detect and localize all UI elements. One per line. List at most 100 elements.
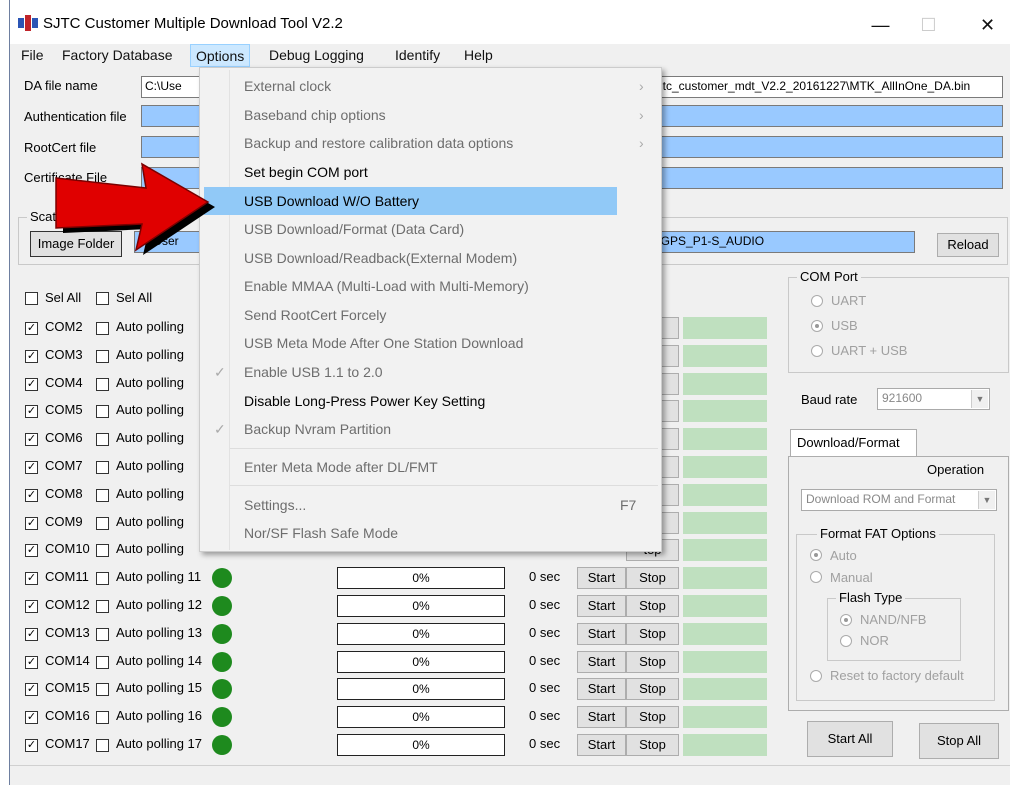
baud-rate-select[interactable]: 921600 ▼ <box>877 388 990 410</box>
menu-identify[interactable]: Identify <box>390 44 445 67</box>
certificate-field-right[interactable] <box>650 167 1003 189</box>
auto-polling-checkbox[interactable] <box>96 350 109 363</box>
auto-polling-checkbox[interactable] <box>96 656 109 669</box>
menu-options[interactable]: Options <box>190 44 251 67</box>
menu-item[interactable]: ✓ Enable USB 1.1 to 2.0 <box>204 358 617 386</box>
menu-item[interactable]: Backup and restore calibration data opti… <box>204 129 644 157</box>
nor-radio[interactable] <box>840 635 852 647</box>
auto-polling-checkbox[interactable] <box>96 322 109 335</box>
start-button[interactable]: Start <box>577 651 626 673</box>
menu-debug-logging[interactable]: Debug Logging <box>264 44 369 67</box>
port-checkbox[interactable]: ✓ <box>25 517 38 530</box>
auto-polling-checkbox[interactable] <box>96 600 109 613</box>
operation-select[interactable]: Download ROM and Format ▼ <box>801 489 997 511</box>
start-button[interactable]: Start <box>577 678 626 700</box>
reload-button[interactable]: Reload <box>937 233 999 257</box>
menu-item[interactable]: Nor/SF Flash Safe Mode <box>204 519 617 547</box>
start-button[interactable]: Start <box>577 595 626 617</box>
menu-help[interactable]: Help <box>459 44 498 67</box>
scatter-field-right[interactable]: _GPS_P1-S_AUDIO <box>650 231 915 253</box>
stop-button[interactable]: Stop <box>626 595 679 617</box>
port-name: COM14 <box>45 653 90 668</box>
auto-polling-checkbox[interactable] <box>96 711 109 724</box>
menu-item[interactable]: Set begin COM port <box>204 158 617 186</box>
menu-item[interactable]: USB Download W/O Battery <box>204 187 617 215</box>
port-checkbox[interactable]: ✓ <box>25 711 38 724</box>
port-checkbox[interactable]: ✓ <box>25 656 38 669</box>
menu-item[interactable]: Enter Meta Mode after DL/FMT <box>204 453 617 481</box>
port-checkbox[interactable]: ✓ <box>25 739 38 752</box>
stop-button[interactable]: Stop <box>626 651 679 673</box>
port-checkbox[interactable]: ✓ <box>25 461 38 474</box>
port-checkbox[interactable]: ✓ <box>25 378 38 391</box>
menu-item[interactable]: Send RootCert Forcely <box>204 301 617 329</box>
maximize-icon[interactable]: ☐ <box>906 8 951 42</box>
menu-item[interactable]: Baseband chip options › <box>204 101 644 129</box>
start-button[interactable]: Start <box>577 567 626 589</box>
auto-polling-checkbox[interactable] <box>96 378 109 391</box>
port-checkbox[interactable]: ✓ <box>25 433 38 446</box>
stop-all-button[interactable]: Stop All <box>919 723 999 759</box>
port-checkbox[interactable]: ✓ <box>25 322 38 335</box>
port-checkbox[interactable]: ✓ <box>25 683 38 696</box>
auto-polling-checkbox[interactable] <box>96 461 109 474</box>
uart-radio[interactable] <box>811 295 823 307</box>
manual-radio[interactable] <box>810 571 822 583</box>
stop-button[interactable]: Stop <box>626 678 679 700</box>
menu-item[interactable]: USB Meta Mode After One Station Download <box>204 329 617 357</box>
rootcert-field-right[interactable] <box>650 136 1003 158</box>
menu-item[interactable]: USB Download/Readback(External Modem) <box>204 244 617 272</box>
menu-factory-database[interactable]: Factory Database <box>57 44 178 67</box>
nand-radio[interactable] <box>840 614 852 626</box>
menu-item[interactable]: ✓ Backup Nvram Partition <box>204 415 617 443</box>
start-button[interactable]: Start <box>577 706 626 728</box>
uart-usb-radio[interactable] <box>811 345 823 357</box>
menu-item[interactable]: Enable MMAA (Multi-Load with Multi-Memor… <box>204 272 617 300</box>
menu-item[interactable]: USB Download/Format (Data Card) <box>204 215 617 243</box>
stop-button[interactable]: Stop <box>626 734 679 756</box>
rootcert-field-left[interactable] <box>141 136 201 158</box>
da-file-field-right[interactable]: sjtc_customer_mdt_V2.2_20161227\MTK_AllI… <box>650 76 1003 98</box>
auto-radio[interactable] <box>810 549 822 561</box>
auto-polling-checkbox[interactable] <box>96 489 109 502</box>
stop-button[interactable]: Stop <box>626 567 679 589</box>
port-checkbox[interactable]: ✓ <box>25 628 38 641</box>
stop-button[interactable]: Stop <box>626 706 679 728</box>
sel-all-checkbox-2[interactable] <box>96 292 109 305</box>
stop-button[interactable]: Stop <box>626 623 679 645</box>
status-led-icon <box>212 707 232 727</box>
minimize-icon[interactable]: — <box>858 8 903 42</box>
port-checkbox[interactable]: ✓ <box>25 350 38 363</box>
auto-polling-checkbox[interactable] <box>96 433 109 446</box>
usb-radio[interactable] <box>811 320 823 332</box>
port-checkbox[interactable]: ✓ <box>25 544 38 557</box>
auto-polling-checkbox[interactable] <box>96 739 109 752</box>
start-button[interactable]: Start <box>577 734 626 756</box>
auth-file-field-left[interactable] <box>141 105 201 127</box>
auto-polling-checkbox[interactable] <box>96 544 109 557</box>
port-checkbox[interactable]: ✓ <box>25 600 38 613</box>
reset-factory-radio[interactable] <box>810 670 822 682</box>
sel-all-checkbox-1[interactable] <box>25 292 38 305</box>
da-file-field-left[interactable]: C:\Use <box>141 76 201 98</box>
close-icon[interactable]: ✕ <box>965 8 1010 42</box>
auto-polling-checkbox[interactable] <box>96 517 109 530</box>
menu-file[interactable]: File <box>16 44 49 67</box>
auto-polling-checkbox[interactable] <box>96 405 109 418</box>
auto-polling-checkbox[interactable] <box>96 572 109 585</box>
menu-item-label: Backup and restore calibration data opti… <box>244 135 514 151</box>
menu-item[interactable]: Settings... F7 <box>204 491 636 519</box>
start-all-button[interactable]: Start All <box>807 721 893 757</box>
menu-item[interactable]: External clock › <box>204 72 644 100</box>
tab-download-format[interactable]: Download/Format <box>790 429 917 457</box>
menu-separator <box>230 448 658 449</box>
auto-polling-checkbox[interactable] <box>96 683 109 696</box>
port-checkbox[interactable]: ✓ <box>25 489 38 502</box>
port-checkbox[interactable]: ✓ <box>25 405 38 418</box>
sel-all-label-2: Sel All <box>116 290 153 305</box>
port-checkbox[interactable]: ✓ <box>25 572 38 585</box>
auto-polling-checkbox[interactable] <box>96 628 109 641</box>
start-button[interactable]: Start <box>577 623 626 645</box>
auth-file-field-right[interactable] <box>650 105 1003 127</box>
menu-item[interactable]: Disable Long-Press Power Key Setting <box>204 387 617 415</box>
